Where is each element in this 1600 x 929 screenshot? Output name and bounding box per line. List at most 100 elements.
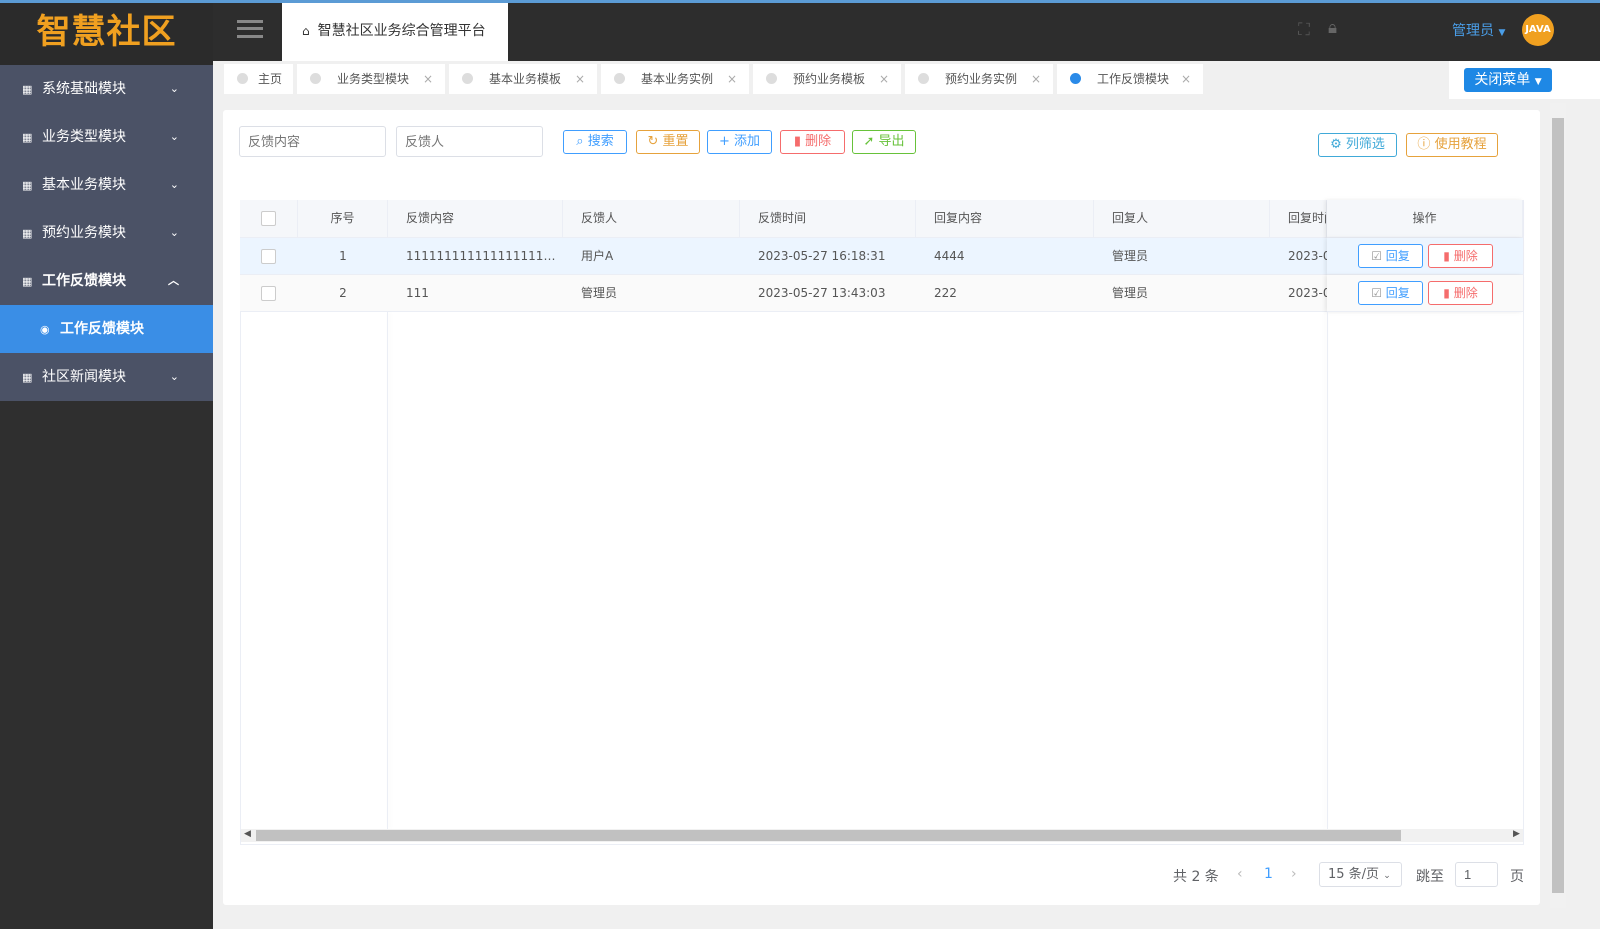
dot-icon xyxy=(462,73,473,84)
page-size-select[interactable]: 15 条/页 ⌄ xyxy=(1319,862,1402,887)
column-header[interactable]: 反馈内容 xyxy=(388,200,563,238)
sidebar-item-feedback[interactable]: ▦ 工作反馈模块 ︿ xyxy=(0,257,213,305)
logo: 智慧社区 xyxy=(0,3,213,65)
scroll-left-icon[interactable]: ◀ xyxy=(244,829,251,839)
edit-icon: ☑ xyxy=(1371,249,1382,263)
next-page-icon[interactable]: › xyxy=(1291,866,1297,882)
cell-reply: 4444 xyxy=(934,249,965,263)
feedback-user-input[interactable] xyxy=(396,126,543,157)
reset-button[interactable]: ↻ 重置 xyxy=(636,130,700,154)
column-header[interactable]: 回复人 xyxy=(1094,200,1270,238)
trash-icon: ▮ xyxy=(1443,249,1450,263)
column-header[interactable]: 反馈时间 xyxy=(740,200,916,238)
cell-time: 2023-05-27 16:18:31 xyxy=(758,249,886,263)
column-header[interactable]: 反馈人 xyxy=(563,200,740,238)
reply-label: 回复 xyxy=(1385,286,1410,300)
add-button[interactable]: + 添加 xyxy=(707,130,772,154)
sidebar-subitem-feedback[interactable]: ◉ 工作反馈模块 xyxy=(0,305,213,353)
tab-basic-template[interactable]: 基本业务模板 × xyxy=(449,64,597,94)
row-checkbox[interactable] xyxy=(261,249,276,264)
tab-basic-instance[interactable]: 基本业务实例 × xyxy=(601,64,749,94)
fixed-column-divider xyxy=(387,312,388,829)
circle-icon: ◉ xyxy=(40,323,50,336)
column-header: 操作 xyxy=(1327,200,1523,238)
grid-icon: ▦ xyxy=(22,227,33,240)
tab-reservation-instance[interactable]: 预约业务实例 × xyxy=(905,64,1053,94)
row-checkbox[interactable] xyxy=(261,286,276,301)
fixed-column-divider xyxy=(1327,312,1328,829)
caret-down-icon: ▼ xyxy=(1498,28,1506,38)
search-button[interactable]: ⌕ 搜索 xyxy=(563,130,627,154)
close-menu-label: 关闭菜单 xyxy=(1474,72,1531,88)
reply-button[interactable]: ☑ 回复 xyxy=(1358,281,1423,305)
close-icon[interactable]: × xyxy=(1181,64,1191,94)
close-icon[interactable]: × xyxy=(879,64,889,94)
sidebar-item-news[interactable]: ▦ 社区新闻模块 ⌄ xyxy=(0,353,213,401)
sidebar-item-system[interactable]: ▦ 系统基础模块 ⌄ xyxy=(0,65,213,113)
checkbox[interactable] xyxy=(261,211,276,226)
scroll-right-icon[interactable]: ▶ xyxy=(1513,829,1520,839)
chevron-down-icon: ⌄ xyxy=(169,370,179,383)
close-icon[interactable]: × xyxy=(423,64,433,94)
tab-reservation-template[interactable]: 预约业务模板 × xyxy=(753,64,901,94)
add-label: 添加 xyxy=(734,134,761,149)
horizontal-scrollbar-thumb[interactable] xyxy=(256,830,1401,841)
platform-tab[interactable]: ⌂ 智慧社区业务综合管理平台 xyxy=(282,3,508,61)
feedback-content-input[interactable] xyxy=(239,126,386,157)
delete-label: 删除 xyxy=(805,134,832,149)
tab-business-type[interactable]: 业务类型模块 × xyxy=(297,64,445,94)
cell-reply: 222 xyxy=(934,286,957,300)
edit-icon: ☑ xyxy=(1371,286,1382,300)
lock-icon[interactable]: 🔒︎ xyxy=(1328,18,1337,38)
sidebar-item-basic-business[interactable]: ▦ 基本业务模块 ⌄ xyxy=(0,161,213,209)
export-button[interactable]: ➚ 导出 xyxy=(852,130,916,154)
prev-page-icon[interactable]: ‹ xyxy=(1237,866,1243,882)
vertical-scrollbar-thumb[interactable] xyxy=(1552,118,1564,893)
sidebar-item-label: 工作反馈模块 xyxy=(60,321,144,337)
row-delete-button[interactable]: ▮ 删除 xyxy=(1428,244,1493,268)
plus-icon: + xyxy=(718,134,730,149)
sidebar-item-label: 系统基础模块 xyxy=(42,81,126,97)
home-icon: ⌂ xyxy=(302,24,310,38)
delete-button[interactable]: ▮ 删除 xyxy=(780,130,845,154)
trash-icon: ▮ xyxy=(1443,286,1450,300)
grid-icon: ▦ xyxy=(22,131,33,144)
cell-time: 2023-05-27 13:43:03 xyxy=(758,286,886,300)
column-header[interactable]: 回复内容 xyxy=(916,200,1094,238)
row-delete-button[interactable]: ▮ 删除 xyxy=(1428,281,1493,305)
sidebar-item-reservation[interactable]: ▦ 预约业务模块 ⌄ xyxy=(0,209,213,257)
close-icon[interactable]: × xyxy=(727,64,737,94)
tutorial-button[interactable]: ⓘ 使用教程 xyxy=(1406,133,1498,157)
column-header[interactable]: 序号 xyxy=(298,200,388,238)
hamburger-icon[interactable] xyxy=(237,20,263,38)
platform-title: 智慧社区业务综合管理平台 xyxy=(317,23,486,39)
close-icon[interactable]: × xyxy=(1031,64,1041,94)
user-menu[interactable]: 管理员 ▼ xyxy=(1452,20,1505,40)
chevron-down-icon: ⌄ xyxy=(169,82,179,95)
column-header[interactable]: 回复时间 xyxy=(1270,200,1327,238)
tab-home[interactable]: 主页 xyxy=(224,64,293,94)
cell-user: 管理员 xyxy=(581,286,618,300)
sidebar-item-label: 工作反馈模块 xyxy=(42,273,126,289)
fullscreen-icon[interactable]: ⛶ xyxy=(1298,20,1310,40)
page-number[interactable]: 1 xyxy=(1264,866,1273,882)
close-icon[interactable]: × xyxy=(575,64,585,94)
column-filter-button[interactable]: ⚙ 列筛选 xyxy=(1318,133,1397,157)
delete-label: 删除 xyxy=(1453,249,1478,263)
close-menu-button[interactable]: 关闭菜单 ▼ xyxy=(1464,68,1552,92)
sidebar-item-label: 社区新闻模块 xyxy=(42,369,126,385)
dot-icon xyxy=(237,73,248,84)
tab-label: 主页 xyxy=(258,72,283,86)
goto-page-input[interactable] xyxy=(1455,862,1498,887)
tab-feedback[interactable]: 工作反馈模块 × xyxy=(1057,64,1203,94)
select-all-checkbox[interactable] xyxy=(240,200,298,238)
cell-user: 用户A xyxy=(581,249,614,263)
export-label: 导出 xyxy=(878,134,905,149)
page-unit-label: 页 xyxy=(1510,869,1524,885)
reply-button[interactable]: ☑ 回复 xyxy=(1358,244,1423,268)
page-size-label: 15 条/页 xyxy=(1328,867,1380,882)
cell-replier: 管理员 xyxy=(1112,249,1149,263)
avatar[interactable]: JAVA xyxy=(1522,14,1554,46)
sidebar-item-business-type[interactable]: ▦ 业务类型模块 ⌄ xyxy=(0,113,213,161)
trash-icon: ▮ xyxy=(793,134,801,149)
